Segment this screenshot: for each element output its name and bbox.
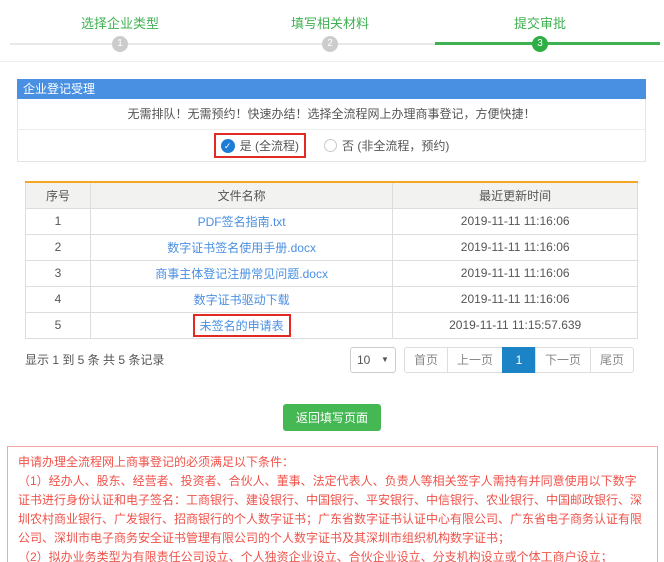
radio-non-full-process-label: 否 (非全流程，预约) [342,137,449,154]
panel-body: 无需排队！无需预约！快速办结！选择全流程网上办理商事登记，方便快捷！ ✓ 是 (… [17,99,646,162]
file-link-pdf-guide[interactable]: PDF签名指南.txt [198,215,286,229]
step-2-circle: 2 [322,36,338,52]
row-index: 5 [26,312,91,338]
prev-page-button[interactable]: 上一页 [447,347,503,373]
radio-full-process[interactable]: ✓ 是 (全流程) [214,133,306,158]
table-row: 1 PDF签名指南.txt 2019-11-11 11:16:06 [26,208,638,234]
row-index: 3 [26,260,91,286]
radio-full-process-label: 是 (全流程) [240,137,299,154]
row-index: 4 [26,286,91,312]
chevron-down-icon: ▼ [381,355,389,364]
requirements-notice-box: 申请办理全流程网上商事登记的必须满足以下条件： （1）经办人、股东、经营者、投资… [7,446,658,562]
row-index: 2 [26,234,91,260]
radio-checked-icon[interactable]: ✓ [221,139,235,153]
radio-unchecked-icon[interactable] [324,139,337,152]
list-footer: 显示 1 到 5 条 共 5 条记录 10 ▼ 首页 上一页 1 下一页 尾页 [25,347,634,373]
row-index: 1 [26,208,91,234]
row-updated: 2019-11-11 11:16:06 [393,286,638,312]
back-button-row: 返回填写页面 [0,404,664,431]
header-updated: 最近更新时间 [393,182,638,208]
step-3-label[interactable]: 提交审批 [440,13,640,32]
registration-panel: 企业登记受理 无需排队！无需预约！快速办结！选择全流程网上办理商事登记，方便快捷… [17,79,646,162]
file-link-driver-download[interactable]: 数字证书驱动下载 [194,293,290,307]
radio-non-full-process[interactable]: 否 (非全流程，预约) [324,137,449,154]
row-updated: 2019-11-11 11:15:57.639 [393,312,638,338]
registration-wizard-page: 选择企业类型 填写相关材料 提交审批 1 2 3 企业登记受理 无需排队！无需预… [0,0,664,562]
file-link-cert-manual[interactable]: 数字证书签名使用手册.docx [167,241,316,255]
wizard-stepper: 选择企业类型 填写相关材料 提交审批 1 2 3 [0,0,664,62]
files-table: 序号 文件名称 最近更新时间 1 PDF签名指南.txt 2019-11-11 … [25,181,638,339]
notice-paragraph: （1）经办人、股东、经营者、投资者、合伙人、董事、法定代表人、负责人等相关签字人… [18,472,647,548]
header-filename: 文件名称 [90,182,392,208]
current-page-button[interactable]: 1 [502,347,536,373]
table-header-row: 序号 文件名称 最近更新时间 [26,182,638,208]
file-link-faq[interactable]: 商事主体登记注册常见问题.docx [155,267,328,281]
last-page-button[interactable]: 尾页 [590,347,634,373]
row-updated: 2019-11-11 11:16:06 [393,208,638,234]
table-row: 5 未签名的申请表 2019-11-11 11:15:57.639 [26,312,638,338]
step-1-label[interactable]: 选择企业类型 [20,13,220,32]
step-3-circle: 3 [532,36,548,52]
notice-paragraph: （2）拟办业务类型为有限责任公司设立、个人独资企业设立、合伙企业设立、分支机构设… [18,548,647,562]
page-size-select[interactable]: 10 ▼ [350,347,396,373]
row-updated: 2019-11-11 11:16:06 [393,234,638,260]
header-index: 序号 [26,182,91,208]
table-row: 4 数字证书驱动下载 2019-11-11 11:16:06 [26,286,638,312]
panel-title: 企业登记受理 [17,79,646,99]
notice-paragraph: 申请办理全流程网上商事登记的必须满足以下条件： [18,453,647,472]
file-link-unsigned-application[interactable]: 未签名的申请表 [193,314,291,337]
page-size-value: 10 [357,353,370,367]
step-2-label[interactable]: 填写相关材料 [230,13,430,32]
first-page-button[interactable]: 首页 [404,347,448,373]
table-row: 2 数字证书签名使用手册.docx 2019-11-11 11:16:06 [26,234,638,260]
pagination-buttons: 首页 上一页 1 下一页 尾页 [404,347,634,373]
step-1-circle: 1 [112,36,128,52]
records-summary: 显示 1 到 5 条 共 5 条记录 [25,351,164,368]
table-row: 3 商事主体登记注册常见问题.docx 2019-11-11 11:16:06 [26,260,638,286]
pagination: 10 ▼ 首页 上一页 1 下一页 尾页 [350,347,634,373]
panel-notice-text: 无需排队！无需预约！快速办结！选择全流程网上办理商事登记，方便快捷！ [18,99,645,130]
return-to-form-button[interactable]: 返回填写页面 [283,404,381,431]
next-page-button[interactable]: 下一页 [535,347,591,373]
process-type-radios: ✓ 是 (全流程) 否 (非全流程，预约) [18,130,645,161]
row-updated: 2019-11-11 11:16:06 [393,260,638,286]
